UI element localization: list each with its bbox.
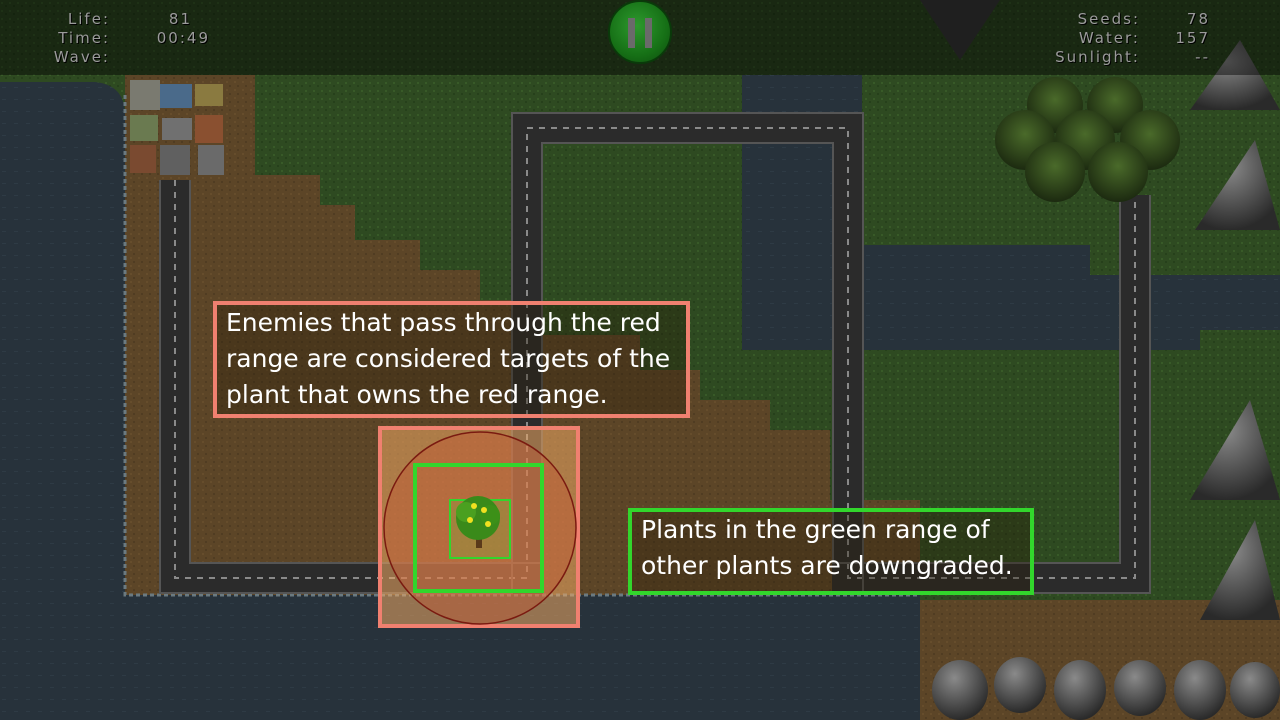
hud-wave: Wave: [0,48,220,67]
red-range-line-1: Enemies that pass through the red [226,308,661,337]
red-range-tooltip: Enemies that pass through the red range … [213,301,690,418]
sunlight-label: Sunlight: [1055,48,1140,66]
water-value: 157 [1175,29,1210,47]
hud-seeds: Seeds: 78 [1030,10,1230,29]
hud-water: Water: 157 [1030,29,1230,48]
water-label: Water: [1078,29,1140,47]
buildings-cluster [130,80,224,175]
hud-time: Time: 00:49 [0,29,220,48]
seeds-label: Seeds: [1077,10,1140,28]
green-range-line-1: Plants in the green range of [641,515,990,544]
seeds-value: 78 [1186,10,1210,28]
wave-label: Wave: [53,48,110,66]
pause-button[interactable] [608,0,672,64]
green-range-line-2: other plants are downgraded. [641,551,1013,580]
sunlight-value: -- [1195,48,1210,66]
hud-life: Life: 81 [0,10,220,29]
red-range-line-2: range are considered targets of the [226,344,671,373]
green-range-tooltip: Plants in the green range of other plant… [628,508,1034,595]
time-label: Time: [58,29,110,47]
time-value: 00:49 [156,29,210,47]
life-value: 81 [168,10,192,28]
life-label: Life: [67,10,110,28]
hud-sunlight: Sunlight: -- [1030,48,1230,67]
red-range-line-3: plant that owns the red range. [226,380,608,409]
